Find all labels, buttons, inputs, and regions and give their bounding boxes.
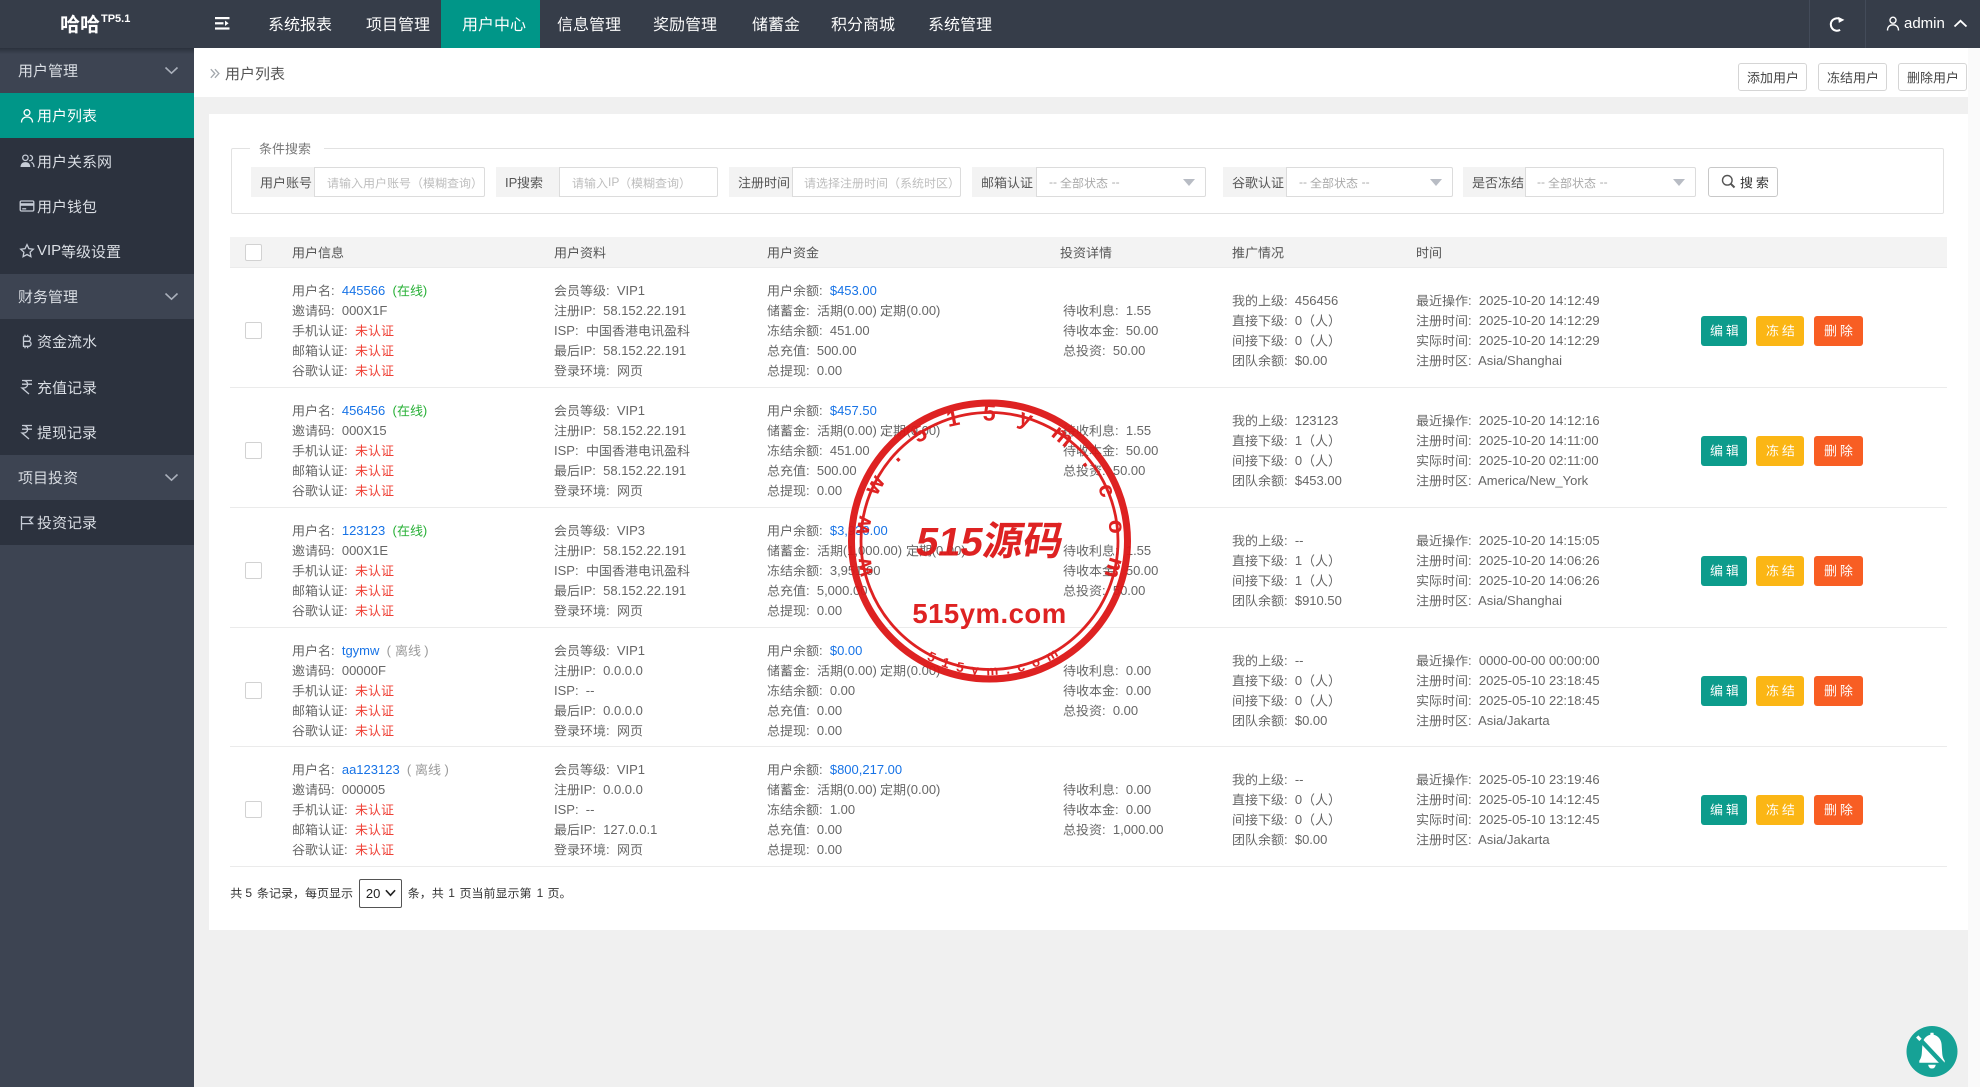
svg-text:515ym.com: 515ym.com xyxy=(912,598,1066,629)
svg-text:www.515ym.com: www.515ym.com xyxy=(847,399,1131,603)
svg-text:515: 515 xyxy=(913,520,988,565)
